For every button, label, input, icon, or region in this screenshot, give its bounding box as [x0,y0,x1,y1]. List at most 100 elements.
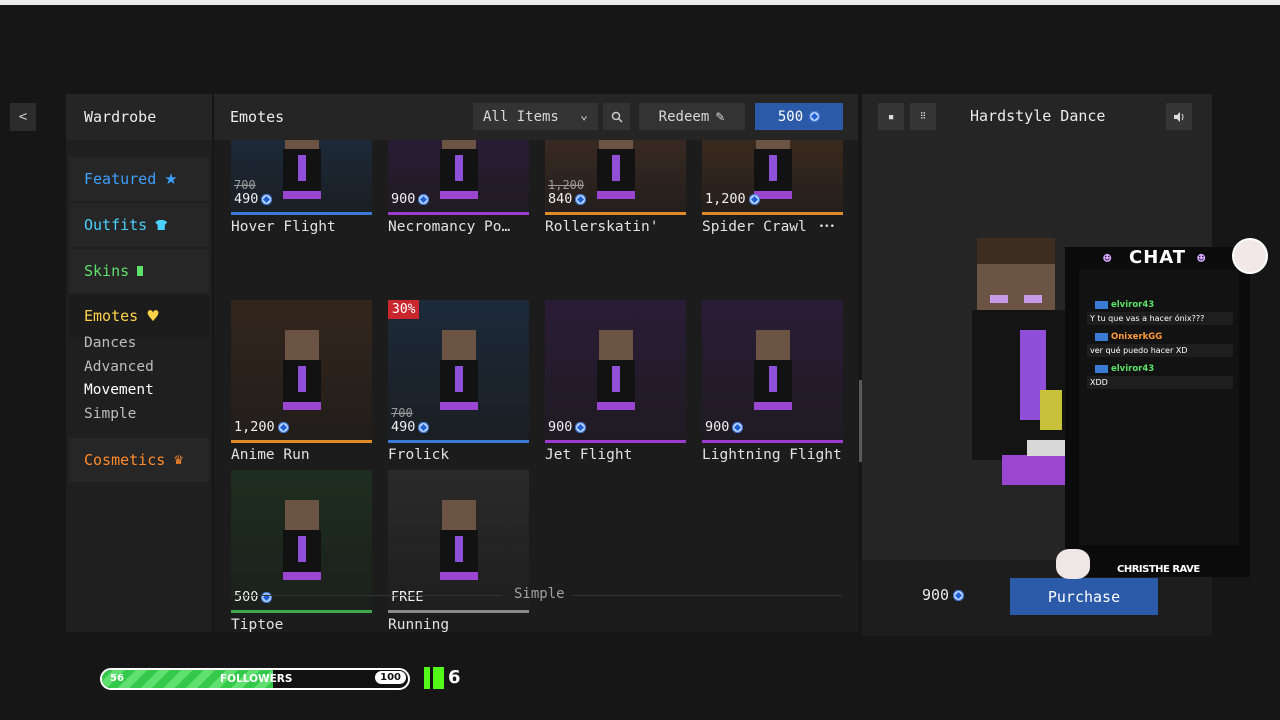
emote-card[interactable]: FREE Running [388,470,529,632]
follower-label: FOLLOWERS [220,673,293,685]
coin-icon [277,421,289,433]
chat-messages: elviror43 Y tu que vas a hacer ónix??? O… [1079,269,1239,545]
rarity-bar [231,610,372,613]
search-icon [611,111,623,123]
person-icon [137,266,144,276]
emote-price-value: 490 [391,419,416,435]
coin-icon [809,111,821,122]
chat-username-text: elviror43 [1111,364,1155,374]
emotes-panel: Emotes All Items ⌄ Redeem ✎ 500 700 490 Ho… [214,94,858,632]
sidebar-item-featured[interactable]: Featured ★ [69,157,209,201]
purchase-button[interactable]: Purchase [1010,578,1158,615]
subitem-movement[interactable]: Movement [84,382,154,398]
rarity-bar [231,440,372,443]
emote-name: Lightning Flight [702,447,842,463]
person-icon: ▪ [887,110,895,123]
avatar [1232,238,1268,274]
chat-title: CHAT [1129,247,1187,268]
old-price: 700 [391,406,413,420]
emote-price-value: 900 [391,191,416,207]
emote-card[interactable]: 900 Jet Flight [545,300,686,463]
search-button[interactable] [603,103,630,130]
emote-card[interactable]: 700 490 Hover Flight [231,140,372,235]
old-price: 1,200 [548,178,585,192]
old-price: 700 [234,178,256,192]
single-view-button[interactable]: ▪ [878,103,904,130]
chat-username: OnixerkGG [1095,332,1162,342]
coin-icon [261,193,273,205]
chevron-left-icon: < [18,109,28,125]
emote-card[interactable]: 700 490 30% Frolick [388,300,529,463]
emote-figure [753,140,792,199]
subitem-simple[interactable]: Simple [84,406,136,422]
emote-name: Jet Flight [545,447,633,463]
emote-price: 840 [548,191,587,207]
redeem-button[interactable]: Redeem ✎ [639,103,745,130]
emote-name: Tiptoe [231,617,284,632]
sidebar-item-label: Skins [84,262,130,280]
follower-current: 56 [110,673,124,684]
emote-card[interactable]: 500 Tiptoe [231,470,372,632]
filter-dropdown[interactable]: All Items ⌄ [473,103,598,130]
rarity-bar [545,440,686,443]
grid-view-button[interactable]: ⠿ [910,103,936,130]
smiley-icon: ☻ [1197,251,1206,267]
emote-figure [439,500,478,580]
chat-overlay: ☻ CHAT ☻ elviror43 Y tu que vas a hacer … [1065,247,1250,577]
emote-figure [753,330,792,410]
divider-line [232,595,502,596]
emote-name: Hover Flight [231,219,336,235]
emote-price-value: 1,200 [705,191,746,207]
rarity-bar [702,212,843,215]
emote-price: 900 [548,419,587,435]
sidebar-title: Wardrobe [66,94,212,140]
chat-username-text: OnixerkGG [1111,332,1163,342]
speaker-icon [1173,111,1183,122]
emote-name: Anime Run [231,447,310,463]
section-divider: Simple [232,586,842,604]
sound-button[interactable] [1166,103,1192,130]
emote-name: Spider Crawl ••• [702,219,835,235]
emote-card[interactable]: 900 Necromancy Po… [388,140,529,235]
badge-icon [1095,332,1108,341]
emote-figure [282,140,321,199]
streamer-logo [1056,549,1090,579]
coin-icon [418,193,430,205]
emote-card[interactable]: 1,200 840 Rollerskatin' [545,140,686,235]
heart-icon: ♥ [146,307,160,325]
pencil-icon: ✎ [715,109,726,124]
sidebar-item-cosmetics[interactable]: Cosmetics ♛ [69,438,209,482]
badge-icon [1095,300,1108,309]
rarity-bar [545,212,686,215]
streamer-name: CHRISTHE RAVE [1117,564,1200,575]
star-icon: ★ [164,170,178,188]
back-button[interactable]: < [10,103,36,131]
emote-price: 1,200 [705,191,760,207]
coin-balance-button[interactable]: 500 [755,103,843,130]
chevron-down-icon: ⌄ [580,108,588,123]
emote-thumbnail: 900 [388,140,529,212]
sidebar-item-label: Featured [84,170,157,188]
emote-figure [282,330,321,410]
redeem-label: Redeem [658,108,710,125]
subitem-dances[interactable]: Dances [84,335,136,351]
kick-logo-icon [424,667,444,689]
emote-card[interactable]: 900 Lightning Flight [702,300,843,463]
kick-count: 6 [448,667,461,688]
coin-balance: 500 [777,108,804,125]
rarity-bar [231,212,372,215]
chat-username: elviror43 [1095,364,1154,374]
emote-price: 1,200 [234,419,289,435]
emotes-header: Emotes All Items ⌄ Redeem ✎ 500 [214,94,858,140]
sidebar-item-emotes[interactable]: Emotes ♥ [69,294,209,338]
sidebar-item-skins[interactable]: Skins [69,249,209,293]
subitem-advanced[interactable]: Advanced [84,359,154,375]
emote-price-value: 840 [548,191,573,207]
emote-card[interactable]: 1,200 Anime Run [231,300,372,463]
sidebar-item-outfits[interactable]: Outfits [69,203,209,247]
emote-card[interactable]: 1,200 Spider Crawl ••• [702,140,843,235]
preview-price: 900 [922,586,965,604]
preview-price-value: 900 [922,586,950,604]
more-options-icon[interactable]: ••• [819,222,835,232]
sidebar-item-label: Outfits [84,216,148,234]
